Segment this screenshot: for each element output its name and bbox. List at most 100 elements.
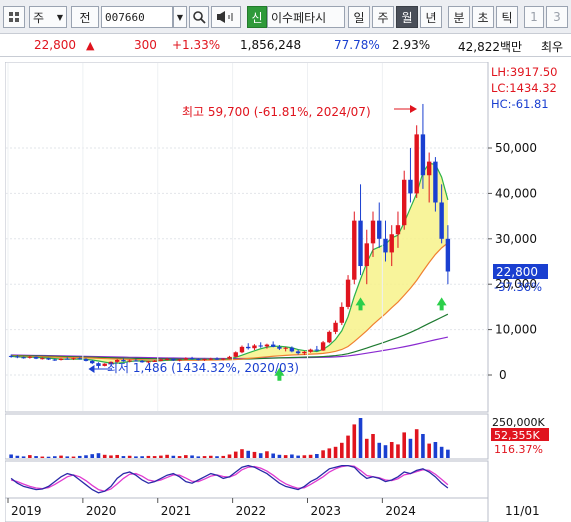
volume-bar [233,451,238,458]
market-cap: 42,822백만 [458,40,523,54]
count-1-button[interactable]: 1 [524,6,544,28]
market-select[interactable]: 주 ▼ [29,6,67,28]
volume-bar [52,456,57,458]
interval-second-button[interactable]: 초 [472,6,494,28]
candle-body [352,220,357,280]
volume-bar [127,455,132,458]
volume-bar [315,454,319,458]
interval-tick-label: 틱 [501,10,513,25]
candle-body [370,220,376,244]
grid-menu-button[interactable] [3,6,25,28]
time-tick-label: 2022 [236,504,267,518]
candle-body [433,161,438,203]
volume-bar [40,456,45,458]
volume-bar [65,456,70,458]
candle-body [289,347,295,352]
chart-svg[interactable]: 50,00040,00030,00020,00010,0000 2019 2020… [4,61,571,522]
volume-bar [364,438,369,458]
period-select[interactable]: 전 [71,6,99,28]
period-day-button[interactable]: 일 [348,6,370,28]
lc-indicator: LC:1434.32 [491,81,557,95]
volume-bar [115,454,119,458]
code-dropdown-button[interactable]: ▼ [173,6,187,28]
volume-bar [59,455,63,458]
count-3-button[interactable]: 3 [546,6,568,28]
search-icon [193,11,206,24]
interval-tick-button[interactable]: 틱 [496,6,518,28]
candle-body [15,356,20,358]
volume-bar [152,456,157,458]
volume-bar [171,455,176,458]
volume-bar [9,454,13,458]
current-price-pct: -37.36% [494,280,542,294]
candle-body [77,358,82,360]
sound-button[interactable] [211,6,241,28]
candle-body [71,358,76,360]
volume-bar [246,450,251,458]
candle-body [239,346,245,353]
candle-body [83,359,89,361]
volume-bar [383,445,388,458]
price-axis: 50,00040,00030,00020,00010,0000 [488,141,537,382]
candle-body [233,352,238,357]
current-price: 22,800 [34,38,76,52]
volume-bar [159,455,163,458]
chevron-down-icon: ▼ [176,12,184,22]
volume-bar [102,454,107,458]
volume-bar [184,455,188,458]
candle-body [46,358,51,360]
volume: 1,856,248 [240,38,302,52]
candle-body [327,331,332,343]
volume-bar [283,455,288,458]
chevron-down-icon: ▼ [56,12,63,22]
volume-bar [227,454,232,458]
search-button[interactable] [189,6,209,28]
turnover-rate: 2.93% [392,38,431,52]
candle-body [277,346,282,349]
volume-bar [439,446,444,458]
candle-body [221,358,226,360]
hc-indicator: HC:-61.81 [491,97,549,111]
period-month-button[interactable]: 월 [396,6,418,28]
volume-bar [421,434,425,458]
count-3-label: 3 [553,10,561,24]
volume-bar [146,455,151,458]
candle-body [333,322,338,332]
volume-bar [77,455,82,458]
candle-body [283,347,288,349]
stock-name: 이수페타시 [271,10,327,25]
candle-body [27,356,33,358]
interval-minute-button[interactable]: 분 [448,6,470,28]
candle-body [214,358,220,360]
time-tick-label: 2019 [11,504,42,518]
candle-body [414,134,419,194]
period-week-button[interactable]: 주 [372,6,394,28]
candle-body [196,359,201,361]
volume-bar [28,455,32,458]
time-tick-label: 2023 [310,504,341,518]
chart-area[interactable]: 50,000 40,000 30,000 20,000 10,000 0 2019 2020… [4,61,571,522]
price-change-pct: +1.33% [172,38,221,52]
candle-body [339,306,345,323]
price-tick-label: 30,000 [495,232,537,246]
market-select-label: 주 [33,10,45,25]
candle-body [408,179,413,194]
period-week-label: 주 [377,10,389,25]
volume-bar [196,456,201,458]
period-year-button[interactable]: 년 [420,6,442,28]
volume-bar [277,454,282,458]
stock-name-field[interactable]: 이수페타시 [267,6,345,28]
volume-bar [396,444,400,458]
volume-bar [34,456,38,458]
lh-indicator: LH:3917.50 [491,65,557,79]
volume-bar [290,454,294,458]
candle-body [302,351,307,354]
candle-body [252,345,257,349]
current-volume-label: 52,355K [494,429,540,442]
stock-code-input[interactable]: 007660 [101,6,173,28]
volume-bar [296,455,300,458]
volume-bar [265,451,269,458]
volume-bar [240,449,244,458]
volume-bar [90,454,95,458]
price-tick-label: 0 [499,368,507,382]
